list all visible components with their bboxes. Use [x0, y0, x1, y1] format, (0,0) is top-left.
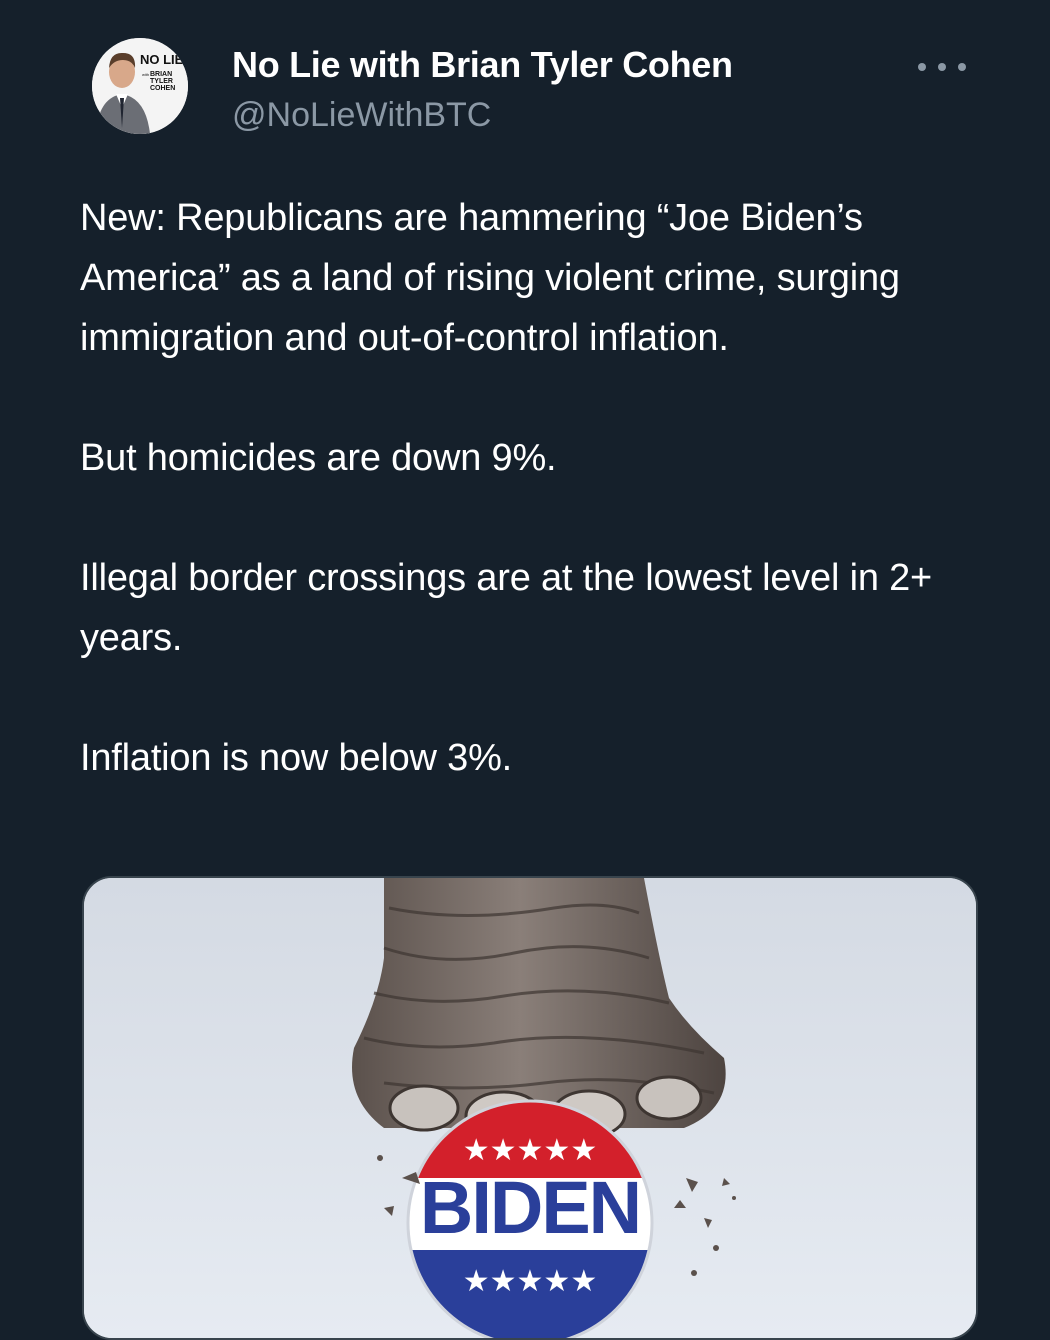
tweet-media-image[interactable]: ★★★★★ BIDEN ★★★★★ [82, 876, 978, 1340]
button-stars-bottom: ★★★★★ [463, 1264, 597, 1299]
tweet-header: NO LIE with BRIAN TYLER COHEN No Lie wit… [0, 0, 1050, 150]
tweet-paragraph: New: Republicans are hammering “Joe Bide… [80, 197, 900, 359]
avatar-logo-text: NO LIE [140, 52, 184, 67]
avatar-logo-sub: TYLER [150, 78, 173, 85]
author-handle[interactable]: @NoLieWithBTC [232, 96, 491, 135]
tweet-text: New: Republicans are hammering “Joe Bide… [80, 188, 1000, 788]
tweet-paragraph: Inflation is now below 3%. [80, 737, 513, 779]
avatar-image: NO LIE with BRIAN TYLER COHEN [92, 38, 188, 134]
author-avatar[interactable]: NO LIE with BRIAN TYLER COHEN [92, 38, 188, 134]
elephant-foot-crushing-button-illustration: ★★★★★ BIDEN ★★★★★ [84, 878, 976, 1338]
avatar-logo-sub: with [142, 72, 149, 77]
button-stars-top: ★★★★★ [463, 1133, 597, 1168]
avatar-logo-sub: COHEN [150, 85, 175, 92]
button-biden-text: BIDEN [420, 1166, 640, 1249]
tweet-paragraph: But homicides are down 9%. [80, 437, 557, 479]
tweet-paragraph: Illegal border crossings are at the lowe… [80, 557, 933, 659]
avatar-logo-sub: BRIAN [150, 71, 172, 78]
more-horizontal-icon[interactable] [918, 56, 966, 78]
author-display-name[interactable]: No Lie with Brian Tyler Cohen [232, 44, 733, 86]
